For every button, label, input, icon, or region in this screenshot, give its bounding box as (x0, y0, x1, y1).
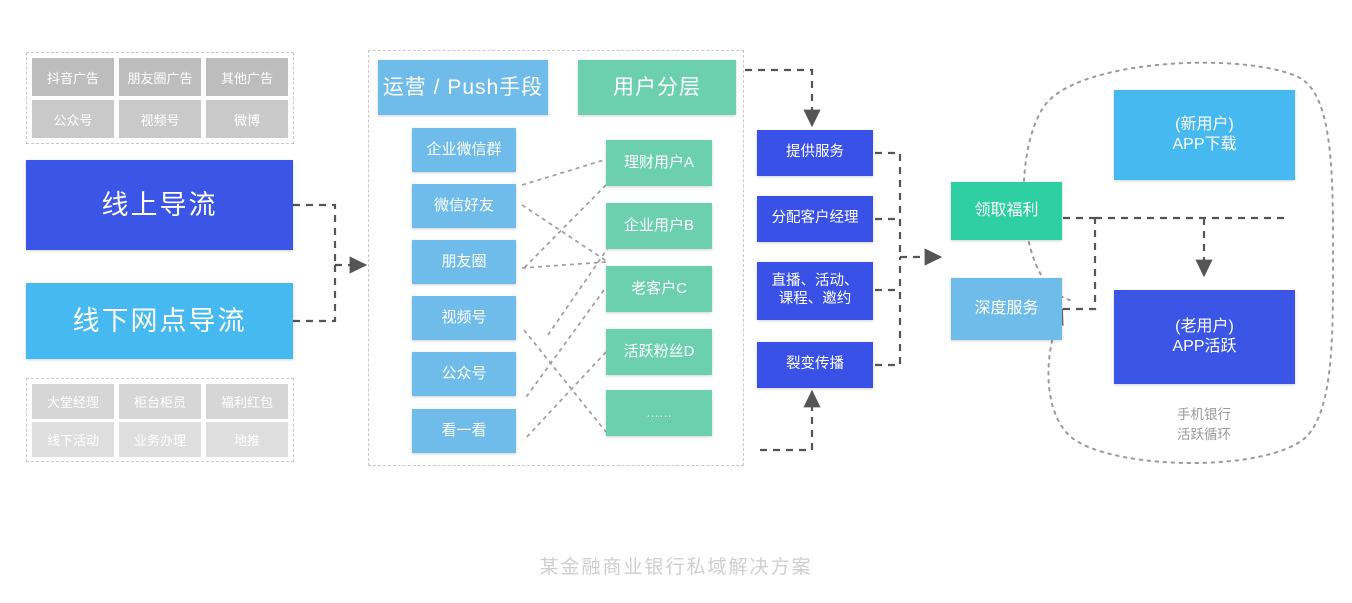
service-step[interactable]: 直播、活动、 课程、邀约 (757, 262, 873, 320)
app-stage-old-user[interactable]: (老用户) APP活跃 (1114, 290, 1295, 384)
segment-item[interactable]: 理财用户A (606, 140, 712, 186)
operation-item[interactable]: 企业微信群 (412, 128, 516, 172)
conversion-benefit[interactable]: 领取福利 (951, 182, 1062, 240)
source-chip[interactable]: 线下活动 (32, 422, 114, 457)
source-chip[interactable]: 抖音广告 (32, 58, 114, 96)
source-chip[interactable]: 大堂经理 (32, 384, 114, 419)
diagram-canvas: 抖音广告 朋友圈广告 其他广告 公众号 视频号 微博 线上导流 线下网点导流 大… (0, 0, 1352, 603)
service-step-line2: 课程、邀约 (778, 291, 852, 307)
segment-item[interactable]: 活跃粉丝D (606, 329, 712, 375)
app-stage-line2: APP下载 (1172, 136, 1237, 153)
source-chip[interactable]: 其他广告 (206, 58, 288, 96)
operation-item[interactable]: 微信好友 (412, 184, 516, 228)
source-chip[interactable]: 地推 (206, 422, 288, 457)
segment-item[interactable]: …… (606, 390, 712, 436)
operation-item[interactable]: 公众号 (412, 352, 516, 396)
segment-item[interactable]: 老客户C (606, 266, 712, 312)
operation-item[interactable]: 看一看 (412, 409, 516, 453)
conversion-deep-service[interactable]: 深度服务 (951, 278, 1062, 340)
segmentation-header[interactable]: 用户分层 (578, 60, 736, 115)
service-step-line1: 直播、活动、 (771, 273, 859, 290)
source-chip[interactable]: 朋友圈广告 (119, 58, 201, 96)
app-stage-line1: (新用户) (1175, 116, 1234, 134)
source-chip[interactable]: 柜台柜员 (119, 384, 201, 419)
operation-item[interactable]: 视频号 (412, 296, 516, 340)
offline-traffic-entry[interactable]: 线下网点导流 (26, 283, 293, 359)
source-chip[interactable]: 福利红包 (206, 384, 288, 419)
source-chip[interactable]: 微博 (206, 100, 288, 138)
source-chip[interactable]: 视频号 (119, 100, 201, 138)
operation-item[interactable]: 朋友圈 (412, 240, 516, 284)
app-stage-line1: (老用户) (1175, 318, 1234, 336)
activity-loop-note-line1: 手机银行 (1177, 407, 1231, 422)
source-chip[interactable]: 公众号 (32, 100, 114, 138)
app-stage-new-user[interactable]: (新用户) APP下载 (1114, 90, 1295, 180)
activity-loop-note-line2: 活跃循环 (1177, 426, 1231, 442)
diagram-caption: 某金融商业银行私域解决方案 (539, 557, 813, 578)
service-step[interactable]: 分配客户经理 (757, 196, 873, 242)
online-traffic-entry[interactable]: 线上导流 (26, 160, 293, 250)
activity-loop-note: 手机银行 活跃循环 (1128, 405, 1280, 444)
service-step[interactable]: 裂变传播 (757, 342, 873, 388)
segment-item[interactable]: 企业用户B (606, 203, 712, 249)
operation-header[interactable]: 运营 / Push手段 (378, 60, 548, 115)
app-stage-line2: APP活跃 (1172, 338, 1237, 355)
source-chip[interactable]: 业务办理 (119, 422, 201, 457)
service-step[interactable]: 提供服务 (757, 130, 873, 176)
